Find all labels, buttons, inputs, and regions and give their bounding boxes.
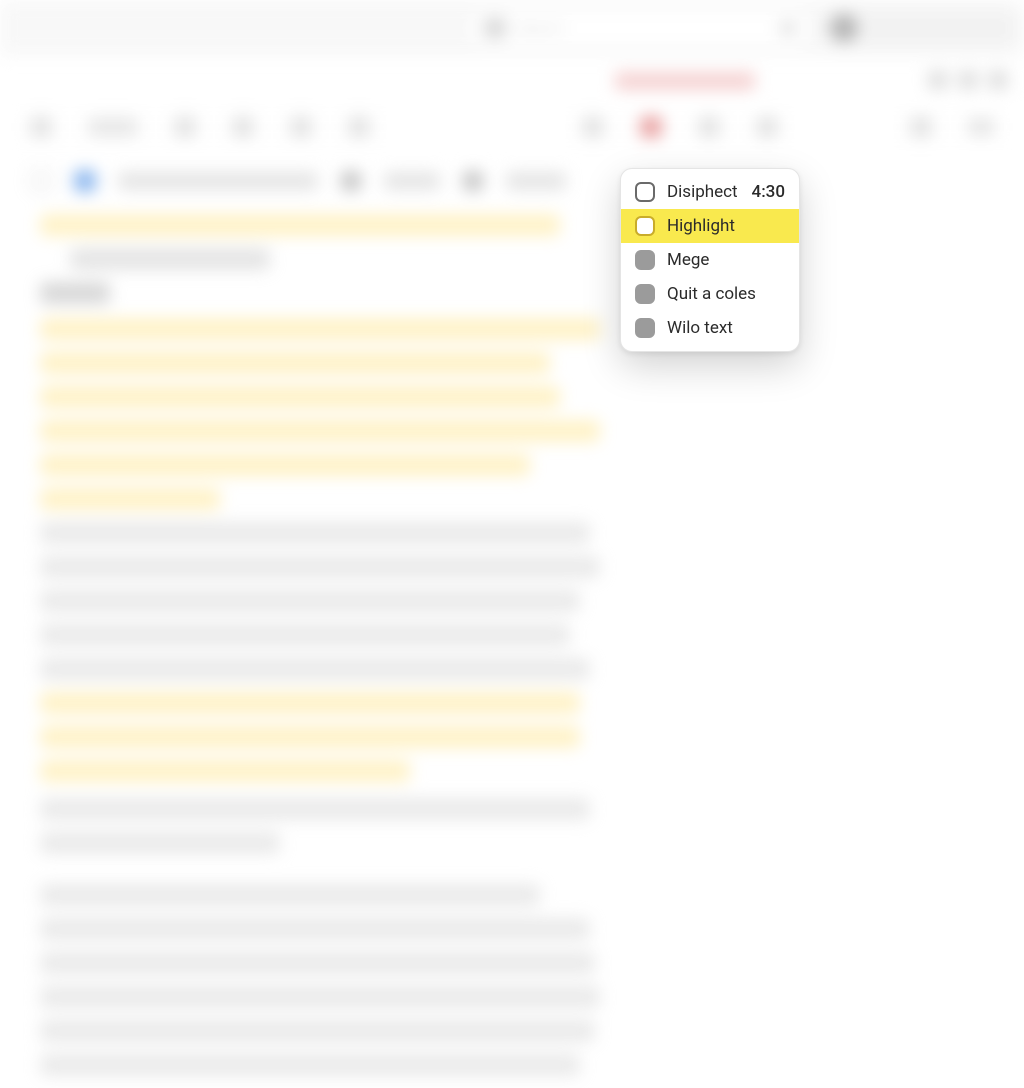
- filter-label: [384, 172, 440, 190]
- doc-line-highlighted: [40, 318, 600, 340]
- doc-line-highlighted: [40, 454, 530, 476]
- menu-item-label: Mege: [667, 250, 709, 270]
- doc-line: [40, 522, 590, 544]
- tool-icon[interactable]: [348, 116, 370, 138]
- doc-line: [40, 590, 580, 612]
- filter-label: [118, 172, 318, 190]
- doc-line-highlighted: [40, 726, 580, 748]
- menu-item-label: Highlight: [667, 216, 735, 236]
- page-controls: [928, 70, 1008, 90]
- doc-line: [40, 624, 570, 646]
- tool-icon[interactable]: [756, 116, 778, 138]
- search-icon: [484, 17, 506, 39]
- document-body: [40, 214, 610, 1088]
- search-box[interactable]: Search: [470, 10, 810, 46]
- menu-item-time: 4:30: [752, 182, 785, 202]
- context-menu[interactable]: Disiphect 4:30 Highlight Mege Quit a col…: [620, 168, 800, 352]
- doc-line-highlighted: [40, 760, 410, 782]
- blurred-background: Search: [0, 0, 1024, 1024]
- doc-speaker-label: [40, 282, 110, 304]
- filter-label: [506, 172, 566, 190]
- doc-line: [40, 986, 600, 1008]
- menu-item-label: Disiphect: [667, 182, 738, 202]
- doc-line: [40, 832, 280, 854]
- clear-search-icon[interactable]: [780, 20, 796, 36]
- ctrl-icon[interactable]: [958, 70, 978, 90]
- doc-line: [40, 798, 590, 820]
- doc-line-highlighted: [40, 488, 220, 510]
- tool-icon[interactable]: [30, 116, 52, 138]
- menu-item-label: Quit a coles: [667, 284, 756, 304]
- sub-bar: [0, 72, 1024, 102]
- menu-item-label: Wilo text: [667, 318, 733, 338]
- menu-item-highlight[interactable]: Highlight: [621, 209, 799, 243]
- checkbox-icon[interactable]: [635, 250, 655, 270]
- menu-item-quit-a-coles[interactable]: Quit a coles: [621, 277, 799, 311]
- doc-line: [40, 556, 600, 578]
- menu-item-mege[interactable]: Mege: [621, 243, 799, 277]
- doc-line-highlighted: [40, 692, 580, 714]
- doc-line-highlighted: [40, 214, 560, 236]
- checkbox-icon[interactable]: [635, 182, 655, 202]
- checkbox-icon[interactable]: [635, 284, 655, 304]
- ctrl-icon[interactable]: [988, 70, 1008, 90]
- doc-line-highlighted: [40, 420, 600, 442]
- doc-line: [40, 1054, 580, 1076]
- menu-item-disiphect[interactable]: Disiphect 4:30: [621, 175, 799, 209]
- checkbox-icon[interactable]: [635, 216, 655, 236]
- filter-row: [0, 158, 1024, 204]
- doc-line: [40, 884, 540, 906]
- filter-dot-icon[interactable]: [340, 170, 362, 192]
- doc-line: [40, 918, 590, 940]
- tool-icon[interactable]: [232, 116, 254, 138]
- avatar: [830, 14, 858, 42]
- doc-line: [40, 952, 595, 974]
- doc-line: [40, 658, 590, 680]
- doc-line-highlighted: [40, 386, 560, 408]
- search-placeholder: Search: [516, 19, 562, 37]
- doc-line: [40, 1020, 595, 1042]
- tool-icon[interactable]: [910, 116, 932, 138]
- filter-checkbox[interactable]: [30, 170, 52, 192]
- doc-line: [70, 248, 270, 270]
- checkbox-icon[interactable]: [635, 318, 655, 338]
- tool-icon[interactable]: [698, 116, 720, 138]
- toolbar: [0, 104, 1024, 150]
- tool-icon[interactable]: [290, 116, 312, 138]
- filter-checkbox-active[interactable]: [74, 170, 96, 192]
- doc-line-highlighted: [40, 352, 550, 374]
- account-pill[interactable]: [820, 8, 1020, 48]
- ctrl-icon[interactable]: [928, 70, 948, 90]
- tool-icon[interactable]: [174, 116, 196, 138]
- highlight-tool-icon[interactable]: [640, 116, 662, 138]
- page-indicator: [968, 118, 994, 136]
- filter-dot-icon[interactable]: [462, 170, 484, 192]
- tool-icon[interactable]: [582, 116, 604, 138]
- tool-label: [88, 117, 138, 137]
- menu-item-wilo-text[interactable]: Wilo text: [621, 311, 799, 345]
- top-bar: Search: [0, 0, 1024, 56]
- warning-text: [615, 72, 755, 90]
